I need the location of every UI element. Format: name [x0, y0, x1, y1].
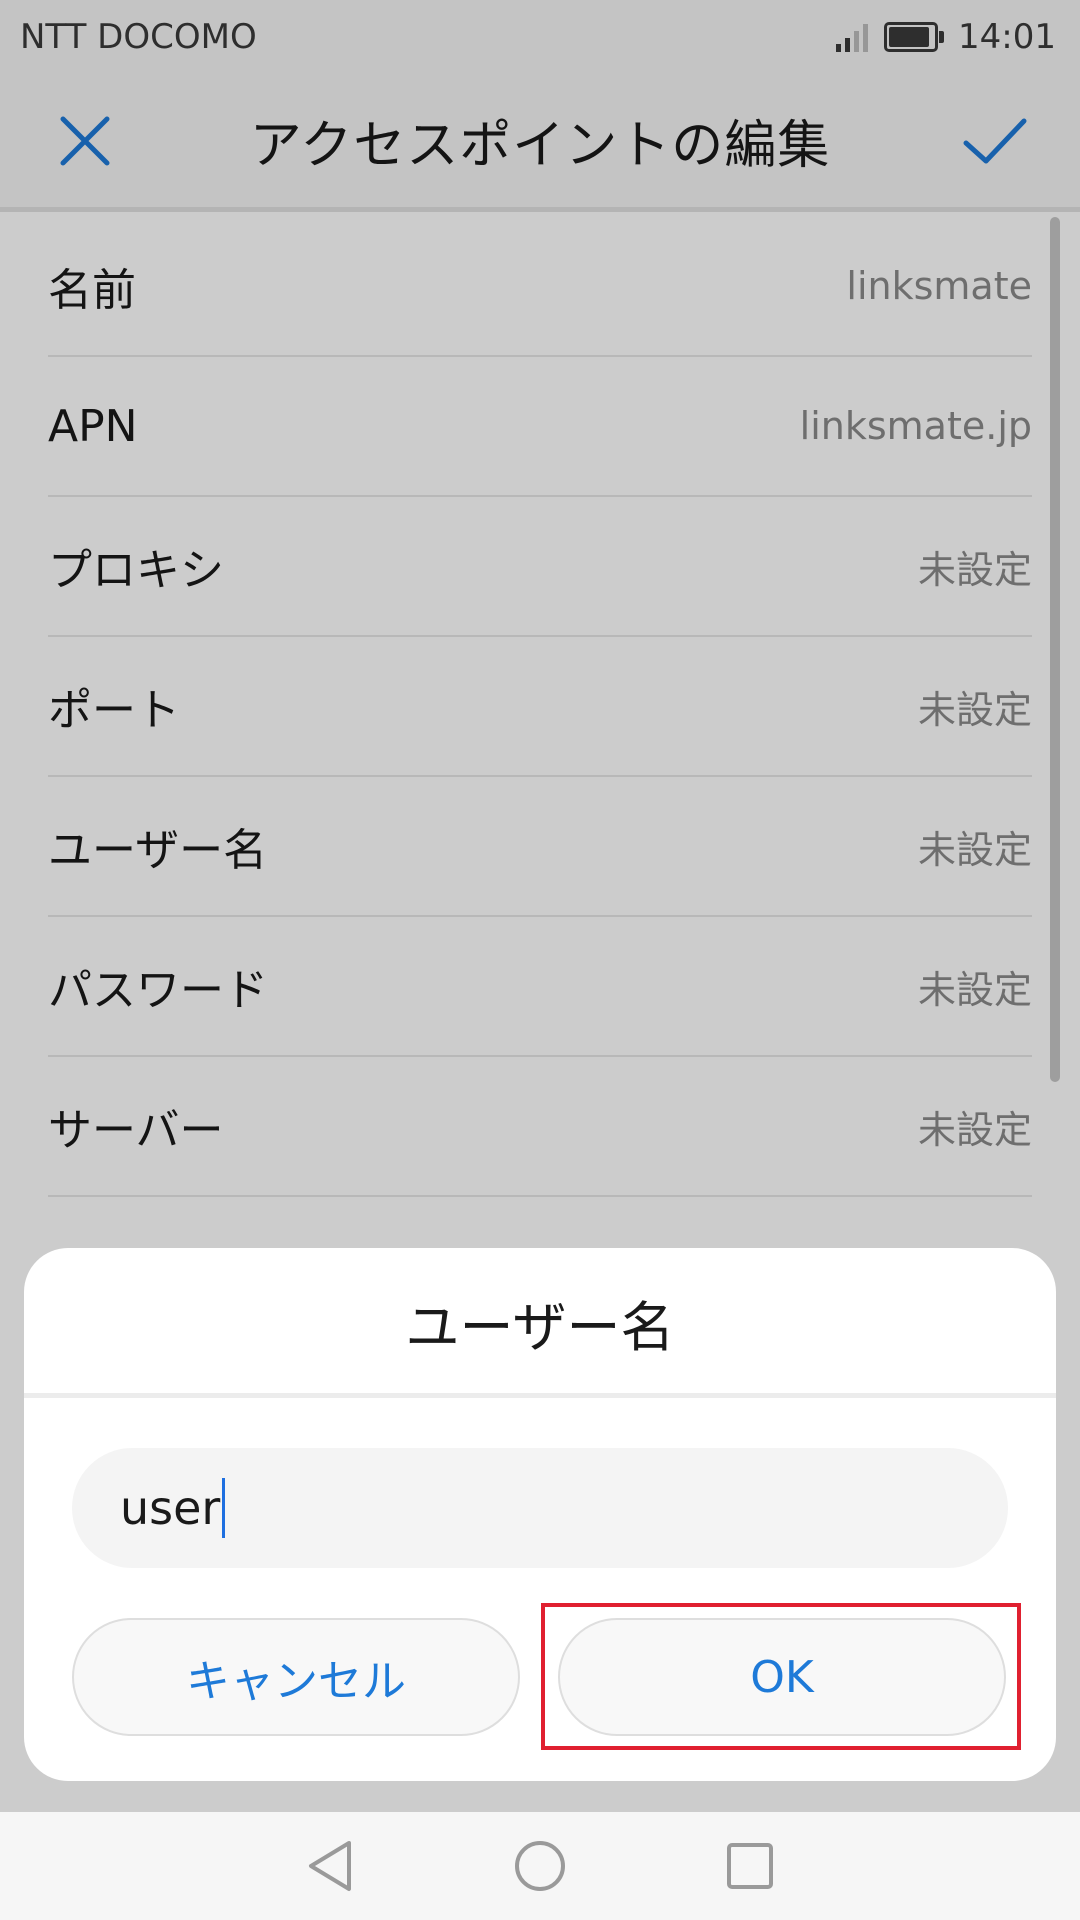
- back-icon: [309, 1841, 351, 1891]
- recents-button[interactable]: [720, 1836, 780, 1896]
- cancel-button[interactable]: キャンセル: [72, 1618, 520, 1736]
- recents-icon: [727, 1843, 773, 1889]
- home-icon: [515, 1841, 565, 1891]
- navigation-bar: [0, 1812, 1080, 1920]
- dialog-divider: [24, 1393, 1056, 1398]
- back-button[interactable]: [300, 1836, 360, 1896]
- username-input[interactable]: user: [72, 1448, 1008, 1568]
- home-button[interactable]: [510, 1836, 570, 1896]
- ok-button-highlight: [541, 1603, 1021, 1750]
- username-input-value: user: [120, 1481, 221, 1535]
- dialog-title: ユーザー名: [405, 1295, 675, 1359]
- text-caret: [222, 1478, 226, 1538]
